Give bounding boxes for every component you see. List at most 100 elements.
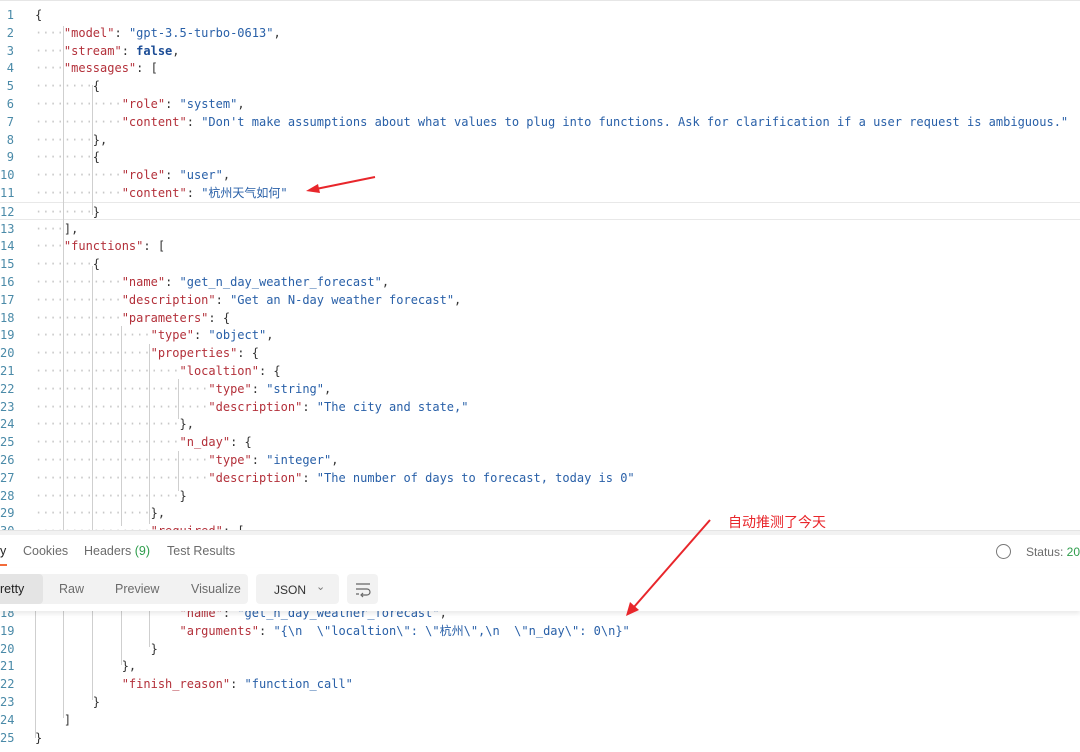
json-punctuation: ],	[63, 221, 79, 236]
line-number: 1	[6, 8, 14, 22]
format-select[interactable]: JSON ⌄	[256, 574, 339, 604]
json-punctuation: },	[179, 417, 194, 432]
line-code: ············"parameters": {	[35, 310, 231, 325]
json-key: "model"	[63, 25, 115, 40]
code-line: 8 ········},	[0, 131, 1080, 149]
response-status: Status: 20	[995, 544, 1080, 559]
json-punctuation: {	[35, 8, 43, 22]
json-string: "string"	[266, 381, 324, 396]
view-mode-pretty-label[interactable]: retty	[0, 582, 24, 596]
json-punctuation: ,	[273, 25, 281, 40]
json-string: "gpt-3.5-turbo-0613"	[128, 25, 274, 40]
json-punctuation: ,	[237, 97, 245, 111]
json-punctuation: :	[186, 186, 202, 200]
tab-cookies[interactable]: Cookies	[23, 544, 68, 558]
request-body-editor[interactable]: 1 {2 ····"model": "gpt-3.5-turbo-0613", 3 ··…	[0, 0, 1080, 530]
code-line: 10 ············"role": "user",	[0, 166, 1080, 184]
line-number: 20	[0, 346, 15, 361]
line-code: "finish_reason": "function_call"	[35, 675, 353, 693]
json-punctuation: :	[165, 168, 180, 183]
json-punctuation: ,	[331, 453, 339, 467]
json-key: "arguments"	[179, 623, 259, 638]
json-punctuation: :	[165, 275, 180, 289]
line-code: ]	[35, 711, 71, 729]
line-code: ········{	[35, 77, 100, 95]
line-code: ························"type": "integer…	[35, 451, 338, 469]
json-punctuation: }	[92, 695, 101, 709]
indent-guide	[178, 451, 179, 491]
code-line: 20 ················"properties": {	[0, 344, 1080, 362]
line-number: 19	[0, 623, 15, 638]
code-line: 3 ····"stream": false,	[0, 42, 1080, 60]
line-code: "arguments": "{\n \"localtion\": \"杭州\",…	[35, 622, 630, 640]
code-line: 2 ····"model": "gpt-3.5-turbo-0613",	[0, 24, 1080, 42]
code-line: 17 ············"description": "Get an N-d…	[0, 291, 1080, 309]
json-key: "parameters"	[121, 310, 209, 325]
status-value: 20	[1066, 545, 1080, 559]
tab-headers[interactable]: Headers (9)	[84, 544, 150, 558]
json-string: "function_call"	[244, 677, 353, 692]
json-key: "role"	[121, 97, 166, 111]
view-mode-segmented: retty Raw Preview Visualize	[0, 574, 248, 604]
network-globe-icon[interactable]	[995, 544, 1011, 559]
json-punctuation: }	[35, 730, 43, 745]
json-key: "role"	[121, 168, 166, 183]
json-punctuation: :	[186, 114, 202, 129]
wrap-lines-button[interactable]	[347, 574, 378, 604]
json-punctuation: {	[92, 79, 101, 94]
response-body-viewer[interactable]: 18 "name": "get_n_day_weather_forecast",…	[0, 603, 1080, 752]
indent-guide	[63, 256, 64, 530]
line-number: 30	[0, 522, 14, 530]
line-code: ····················},	[35, 417, 194, 432]
json-string: "user"	[179, 168, 223, 183]
json-punctuation: : [	[136, 61, 158, 76]
line-number: 12	[0, 204, 15, 219]
code-line: 4 ····"messages": [	[0, 59, 1080, 77]
json-boolean: false	[136, 43, 173, 58]
code-line: 25 ····················"n_day": {	[0, 433, 1080, 451]
json-string: "get_n_day_weather_forecast"	[179, 275, 382, 289]
json-punctuation: ,	[222, 168, 231, 183]
json-key: "messages"	[63, 61, 137, 76]
code-line: 14 ····"functions": [	[0, 237, 1080, 255]
code-line: 22 ························"type": "strin…	[0, 380, 1080, 398]
json-punctuation: }	[150, 641, 158, 656]
view-mode-raw[interactable]: Raw	[59, 582, 84, 596]
json-string: "The city and state,"	[316, 399, 469, 414]
json-punctuation: {	[92, 150, 101, 165]
code-line: 24 ]	[0, 711, 1080, 729]
line-number: 21	[0, 659, 15, 674]
code-line: 16 ············"name": "get_n_day_weather…	[0, 273, 1080, 291]
view-mode-visualize[interactable]: Visualize	[191, 582, 241, 596]
line-code: ············"description": "Get an N-day…	[35, 292, 462, 307]
line-number: 16	[0, 275, 15, 289]
json-punctuation: :	[302, 470, 317, 485]
code-line: 30 ················"required": [	[0, 522, 1080, 530]
tab-test-results[interactable]: Test Results	[167, 544, 235, 558]
code-line: 27 ························"description":…	[0, 469, 1080, 487]
indent-guide	[121, 326, 122, 526]
line-code: ························"description": "…	[35, 469, 635, 487]
line-code: ················},	[35, 504, 165, 522]
view-mode-preview[interactable]: Preview	[115, 582, 159, 596]
line-number: 11	[0, 186, 15, 200]
line-number: 23	[0, 695, 15, 709]
indent-guide	[63, 26, 64, 256]
line-number: 14	[0, 239, 15, 254]
json-punctuation: :	[193, 328, 209, 343]
json-punctuation: :	[302, 399, 317, 414]
line-number: 21	[0, 364, 15, 378]
line-number: 9	[6, 150, 14, 165]
pane-splitter[interactable]	[0, 530, 1080, 535]
json-key: "type"	[208, 453, 252, 467]
tab-body[interactable]: y	[0, 544, 6, 558]
json-key: "type"	[150, 328, 194, 343]
chevron-down-icon: ⌄	[316, 581, 326, 593]
json-key: "description"	[208, 470, 303, 485]
json-punctuation: ]	[63, 712, 72, 727]
json-string: "Don't make assumptions about what value…	[201, 114, 1069, 129]
json-punctuation: : [	[143, 239, 166, 254]
code-line: 6 ············"role": "system",	[0, 95, 1080, 113]
line-code: ················"type": "object",	[35, 326, 273, 344]
active-tab-indicator	[0, 564, 7, 566]
